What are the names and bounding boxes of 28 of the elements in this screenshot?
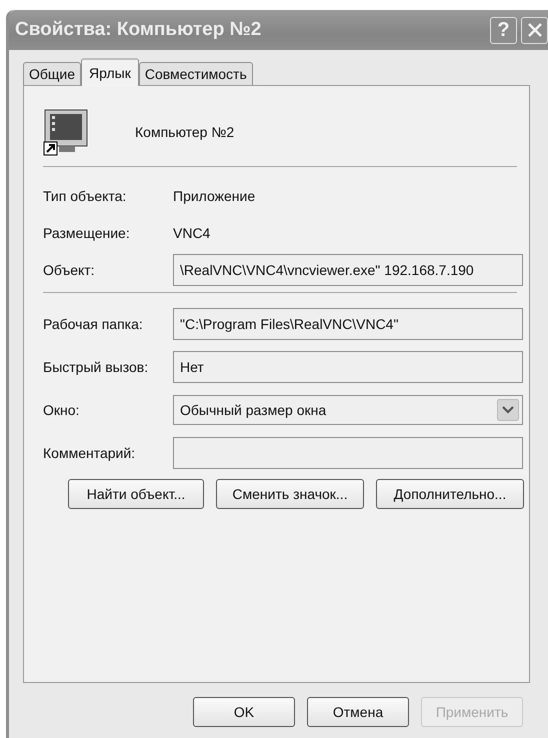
- input-field[interactable]: [173, 437, 523, 469]
- property-value: VNC4: [173, 225, 212, 241]
- tab[interactable]: Ярлык: [81, 58, 139, 86]
- property-value: Приложение: [173, 188, 256, 204]
- property-label: Рабочая папка:: [43, 316, 144, 332]
- shortcut-name: Компьютер №2: [135, 124, 234, 140]
- property-label: Тип объекта:: [43, 188, 128, 204]
- input-field[interactable]: \RealVNC\VNC4\vncviewer.exe" 192.168.7.190: [173, 254, 523, 286]
- action-button[interactable]: Сменить значок...: [216, 479, 364, 509]
- tab[interactable]: Совместимость: [138, 62, 253, 85]
- property-label: Размещение:: [43, 225, 131, 241]
- action-button[interactable]: Найти объект...: [68, 479, 204, 509]
- tab[interactable]: Общие: [23, 62, 82, 85]
- dropdown[interactable]: Обычный размер окна: [173, 395, 523, 425]
- close-button[interactable]: [521, 16, 548, 44]
- dropdown-value: Обычный размер окна: [180, 402, 326, 418]
- property-label: Объект:: [43, 262, 96, 278]
- property-label: Комментарий:: [43, 445, 136, 461]
- action-button[interactable]: Дополнительно...: [376, 479, 524, 509]
- property-label: Быстрый вызов:: [43, 359, 150, 375]
- input-field[interactable]: Нет: [173, 351, 523, 383]
- property-label: Окно:: [43, 402, 80, 418]
- window-title: Свойства: Компьютер №2: [15, 19, 262, 41]
- close-icon: [526, 22, 542, 38]
- dialog-button[interactable]: Отмена: [307, 697, 409, 727]
- input-field[interactable]: "C:\Program Files\RealVNC\VNC4": [173, 308, 523, 340]
- dialog-button[interactable]: OK: [193, 697, 295, 727]
- computer-shortcut-icon: [43, 108, 89, 156]
